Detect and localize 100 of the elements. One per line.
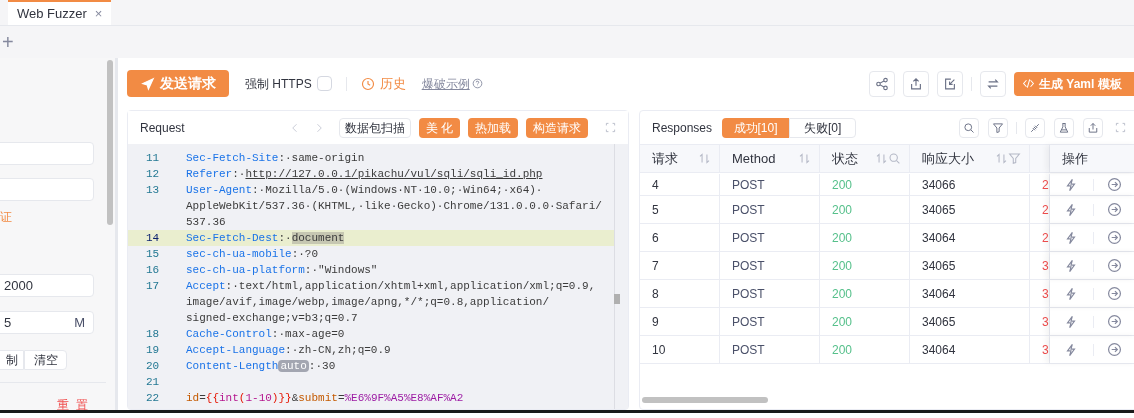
share-icon xyxy=(875,76,889,91)
sort-icon[interactable] xyxy=(698,152,711,165)
action-button[interactable] xyxy=(1063,285,1079,302)
action-button[interactable] xyxy=(1106,229,1122,246)
auth-link[interactable]: 证 xyxy=(0,209,12,225)
table-cell-text: 200 xyxy=(832,257,853,275)
line-number: 16 xyxy=(145,263,161,278)
column-header[interactable]: Method xyxy=(732,148,776,169)
request-button[interactable]: 美 化 xyxy=(418,117,460,138)
table-cell-text: 34065 xyxy=(922,201,956,219)
scrollbar[interactable] xyxy=(614,294,620,304)
table-cell-text: 3 xyxy=(1042,341,1049,359)
flask-button[interactable] xyxy=(1054,117,1074,138)
search-icon[interactable] xyxy=(888,152,901,165)
flask-icon xyxy=(1058,121,1070,134)
search-button[interactable] xyxy=(959,117,979,138)
line-number: 22 xyxy=(145,391,161,406)
scrollbar[interactable] xyxy=(642,397,768,403)
sidebar-button[interactable]: 清空 xyxy=(24,350,67,370)
unit-label: M xyxy=(74,313,85,332)
lightning-icon xyxy=(1064,342,1078,357)
export-button[interactable] xyxy=(1083,117,1103,138)
line-number: 11 xyxy=(145,151,161,166)
filter-button[interactable] xyxy=(988,117,1008,138)
table-cell-text: 4 xyxy=(652,176,659,194)
table-cell-text: 3 xyxy=(1042,313,1049,331)
close-icon[interactable]: × xyxy=(94,3,103,24)
arrow-circle-icon xyxy=(1106,342,1122,357)
arrow-circle-icon xyxy=(1106,202,1122,217)
action-button[interactable] xyxy=(1106,257,1122,274)
example-link[interactable]: 爆破示例 xyxy=(421,74,470,93)
import-button[interactable] xyxy=(937,70,963,97)
request-button[interactable]: 热加载 xyxy=(468,117,518,138)
action-button[interactable] xyxy=(1106,201,1122,218)
filter-icon xyxy=(992,121,1004,134)
code-line: Sec-Fetch-Site:·same-origin xyxy=(186,151,365,166)
sort-icon[interactable] xyxy=(995,152,1008,165)
table-cell-text: 2 xyxy=(1042,176,1049,194)
request-button[interactable]: 数据包扫描 xyxy=(338,117,411,138)
action-button[interactable] xyxy=(1106,285,1122,302)
arrow-circle-icon xyxy=(1106,286,1122,301)
send-button[interactable]: 发送请求 xyxy=(127,70,229,97)
table-cell-text: 34066 xyxy=(922,176,956,194)
filter-tab[interactable]: 成功[10] xyxy=(722,117,790,138)
lightning-icon xyxy=(1064,230,1078,245)
checkbox[interactable] xyxy=(316,76,332,91)
action-button[interactable] xyxy=(1106,341,1122,358)
clock-icon xyxy=(360,76,375,91)
action-button[interactable] xyxy=(1063,257,1079,274)
table-cell-text: POST xyxy=(732,285,765,303)
expand-icon xyxy=(605,122,616,133)
filter-tab[interactable]: 失败[0] xyxy=(789,117,857,138)
table-cell-text: 2 xyxy=(1042,201,1049,219)
line-number: 19 xyxy=(145,343,161,358)
generate-yaml-button[interactable]: 生成 Yaml 模板 xyxy=(1014,71,1134,96)
action-button[interactable] xyxy=(1063,341,1079,358)
import-icon xyxy=(943,76,957,91)
column-header[interactable]: 响应大小 xyxy=(922,148,974,169)
code-line: Referer:·http://127.0.0.1/pikachu/vul/sqli/sqli_id.php xyxy=(186,167,543,182)
table-cell-text: 34065 xyxy=(922,313,956,331)
input-field[interactable] xyxy=(0,142,94,165)
filter-icon[interactable] xyxy=(1008,152,1021,165)
arrow-circle-icon xyxy=(1106,258,1122,273)
table-cell-text: 200 xyxy=(832,201,853,219)
lightning-icon xyxy=(1064,258,1078,273)
swap-button[interactable] xyxy=(980,70,1006,97)
action-button[interactable] xyxy=(1063,176,1079,193)
lightning-icon xyxy=(1064,314,1078,329)
tab[interactable]: Web Fuzzer × xyxy=(8,0,112,25)
scrollbar[interactable] xyxy=(107,60,113,225)
link-button[interactable] xyxy=(1025,117,1045,138)
new-tab-button[interactable]: + xyxy=(2,32,14,52)
send-icon xyxy=(140,76,155,91)
input-field[interactable]: 5 M xyxy=(0,311,94,334)
export-button[interactable] xyxy=(903,70,929,97)
export-icon xyxy=(909,76,923,91)
input-field[interactable] xyxy=(0,178,94,201)
request-button[interactable]: 构造请求 xyxy=(526,117,588,138)
input-field[interactable]: 2000 xyxy=(0,274,94,297)
table-cell-text: 34064 xyxy=(922,285,956,303)
table-cell-text: POST xyxy=(732,176,765,194)
table-cell-text: 3 xyxy=(1042,285,1049,303)
action-button[interactable] xyxy=(1063,313,1079,330)
sort-icon[interactable] xyxy=(798,152,811,165)
column-header[interactable]: 请求 xyxy=(652,148,678,169)
sidebar-button[interactable]: 制 xyxy=(0,350,24,370)
action-button[interactable] xyxy=(1106,176,1122,193)
reset-link[interactable]: 重 置 xyxy=(56,396,90,410)
action-button[interactable] xyxy=(1106,313,1122,330)
lightning-icon xyxy=(1064,286,1078,301)
table-cell-text: POST xyxy=(732,313,765,331)
history-link[interactable]: 历史 xyxy=(360,73,406,94)
action-button[interactable] xyxy=(1063,229,1079,246)
code-line: Accept-Language:·zh-CN,zh;q=0.9 xyxy=(186,343,391,358)
sort-icon[interactable] xyxy=(875,152,888,165)
table-cell-text: 200 xyxy=(832,285,853,303)
code-line: 537.36 xyxy=(186,215,226,230)
column-header[interactable]: 状态 xyxy=(832,148,858,169)
share-button[interactable] xyxy=(869,70,895,97)
action-button[interactable] xyxy=(1063,201,1079,218)
